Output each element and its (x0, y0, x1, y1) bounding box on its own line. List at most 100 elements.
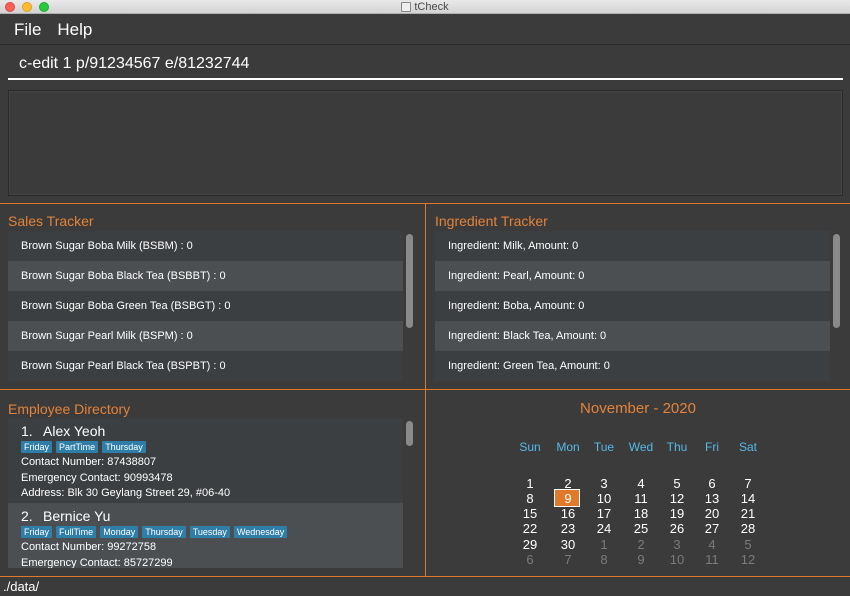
ingredient-item[interactable]: Ingredient: Black Tea, Amount: 0 (435, 321, 830, 351)
calendar-day[interactable]: 5 (730, 537, 766, 552)
calendar-day[interactable]: 12 (730, 552, 766, 567)
calendar-day[interactable]: 4 (623, 476, 659, 491)
calendar-day[interactable]: 2 (550, 476, 586, 491)
tag: Friday (21, 526, 53, 538)
calendar-day[interactable]: 10 (659, 552, 695, 567)
calendar-day[interactable]: 5 (659, 476, 695, 491)
calendar-day[interactable]: 24 (586, 521, 622, 536)
employee-name-line: 1. Alex Yeoh (21, 423, 403, 439)
weekday-header: Wed (628, 440, 654, 454)
weekday-header: Thu (666, 440, 688, 454)
tag: Tuesday (189, 526, 230, 538)
calendar-day[interactable]: 13 (694, 491, 730, 506)
calendar-day[interactable]: 2 (623, 537, 659, 552)
command-box (8, 47, 843, 80)
tag: Thursday (102, 441, 146, 453)
calendar-day[interactable]: 25 (623, 521, 659, 536)
window-title: tCheck (414, 1, 449, 13)
calendar-day[interactable]: 4 (694, 537, 730, 552)
employee-index: 1. (21, 423, 33, 439)
calendar-day[interactable]: 18 (623, 506, 659, 521)
emergency-contact: Emergency Contact: 90993478 (21, 471, 173, 484)
calendar-day[interactable]: 30 (550, 537, 586, 552)
calendar-day[interactable]: 6 (512, 552, 548, 567)
employee-list[interactable]: 1. Alex Yeoh Friday PartTime Thursday Con… (8, 418, 403, 568)
sales-item[interactable]: Brown Sugar Boba Black Tea (BSBBT) : 0 (8, 261, 403, 291)
contact-number: Contact Number: 99272758 (21, 541, 157, 553)
menu-bar: File Help (0, 15, 850, 45)
sales-item[interactable]: Brown Sugar Boba Milk (BSBM) : 0 (8, 231, 403, 261)
ingredient-list[interactable]: Ingredient: Milk, Amount: 0 Ingredient: … (435, 231, 830, 381)
calendar-day[interactable]: 8 (512, 491, 548, 506)
weekday-header: Mon (556, 440, 580, 454)
calendar-day[interactable]: 27 (694, 521, 730, 536)
tag: Monday (100, 526, 139, 538)
calendar-day[interactable]: 7 (550, 552, 586, 567)
divider (425, 203, 426, 576)
menu-help[interactable]: Help (49, 20, 100, 40)
employee-tags: Friday FullTime Monday Thursday Tuesday … (21, 526, 403, 538)
calendar-day[interactable]: 7 (730, 476, 766, 491)
ingredient-scrollbar[interactable] (833, 234, 840, 328)
result-display[interactable] (8, 90, 843, 196)
employee-card[interactable]: 1. Alex Yeoh Friday PartTime Thursday Con… (8, 418, 403, 503)
sales-item[interactable]: Brown Sugar Pearl Milk (BSPM) : 0 (8, 321, 403, 351)
weekday-header: Sun (519, 440, 541, 454)
calendar-day[interactable]: 11 (694, 552, 730, 567)
title-bar: tCheck (0, 0, 850, 14)
tag: PartTime (56, 441, 99, 453)
calendar-day[interactable]: 11 (623, 491, 659, 506)
ingredient-item[interactable]: Ingredient: Milk, Amount: 0 (435, 231, 830, 261)
employee-name: Bernice Yu (43, 508, 111, 524)
employee-card[interactable]: 2. Bernice Yu Friday FullTime Monday Thur… (8, 503, 403, 568)
calendar-day[interactable]: 8 (586, 552, 622, 567)
ingredient-item[interactable]: Ingredient: Pearl, Amount: 0 (435, 261, 830, 291)
calendar-day[interactable]: 22 (512, 521, 548, 536)
status-bar-path: ./data/ (0, 577, 850, 596)
contact-number: Contact Number: 87438807 (21, 456, 157, 468)
sales-item[interactable]: Brown Sugar Pearl Black Tea (BSPBT) : 0 (8, 351, 403, 381)
sales-tracker-title: Sales Tracker (8, 213, 94, 229)
calendar-day[interactable]: 1 (512, 476, 548, 491)
calendar-day[interactable]: 19 (659, 506, 695, 521)
employee-name: Alex Yeoh (43, 423, 106, 439)
calendar-day[interactable]: 12 (659, 491, 695, 506)
calendar-day[interactable]: 9 (623, 552, 659, 567)
address: Address: Blk 30 Geylang Street 29, #06-4… (21, 487, 231, 499)
calendar-day[interactable]: 29 (512, 537, 548, 552)
employee-tags: Friday PartTime Thursday (21, 441, 403, 453)
sales-scrollbar[interactable] (406, 234, 413, 328)
weekday-header: Fri (705, 440, 719, 454)
calendar-day[interactable]: 14 (730, 491, 766, 506)
command-input[interactable] (8, 47, 843, 78)
menu-file[interactable]: File (6, 20, 49, 40)
calendar-day[interactable]: 10 (586, 491, 622, 506)
tag: Friday (21, 441, 53, 453)
calendar-day[interactable]: 20 (694, 506, 730, 521)
calendar-day[interactable]: 23 (550, 521, 586, 536)
sales-item[interactable]: Brown Sugar Boba Green Tea (BSBGT) : 0 (8, 291, 403, 321)
calendar-day[interactable]: 21 (730, 506, 766, 521)
ingredient-item[interactable]: Ingredient: Green Tea, Amount: 0 (435, 351, 830, 381)
employee-scrollbar[interactable] (406, 421, 413, 446)
calendar-day[interactable]: 26 (659, 521, 695, 536)
app-icon (401, 2, 412, 12)
weekday-header: Tue (593, 440, 615, 454)
calendar-month: November - 2020 (580, 400, 696, 417)
ingredient-tracker-title: Ingredient Tracker (435, 213, 548, 229)
employee-index: 2. (21, 508, 33, 524)
calendar-day[interactable]: 1 (586, 537, 622, 552)
calendar-day[interactable]: 28 (730, 521, 766, 536)
calendar-day[interactable]: 9 (550, 491, 586, 506)
calendar-day[interactable]: 3 (659, 537, 695, 552)
ingredient-item[interactable]: Ingredient: Boba, Amount: 0 (435, 291, 830, 321)
tag: Thursday (142, 526, 186, 538)
tag: FullTime (56, 526, 97, 538)
sales-list[interactable]: Brown Sugar Boba Milk (BSBM) : 0 Brown S… (8, 231, 403, 381)
calendar-day[interactable]: 16 (550, 506, 586, 521)
calendar-day[interactable]: 3 (586, 476, 622, 491)
tag: Wednesday (233, 526, 288, 538)
calendar-day[interactable]: 17 (586, 506, 622, 521)
calendar-day[interactable]: 6 (694, 476, 730, 491)
calendar-day[interactable]: 15 (512, 506, 548, 521)
